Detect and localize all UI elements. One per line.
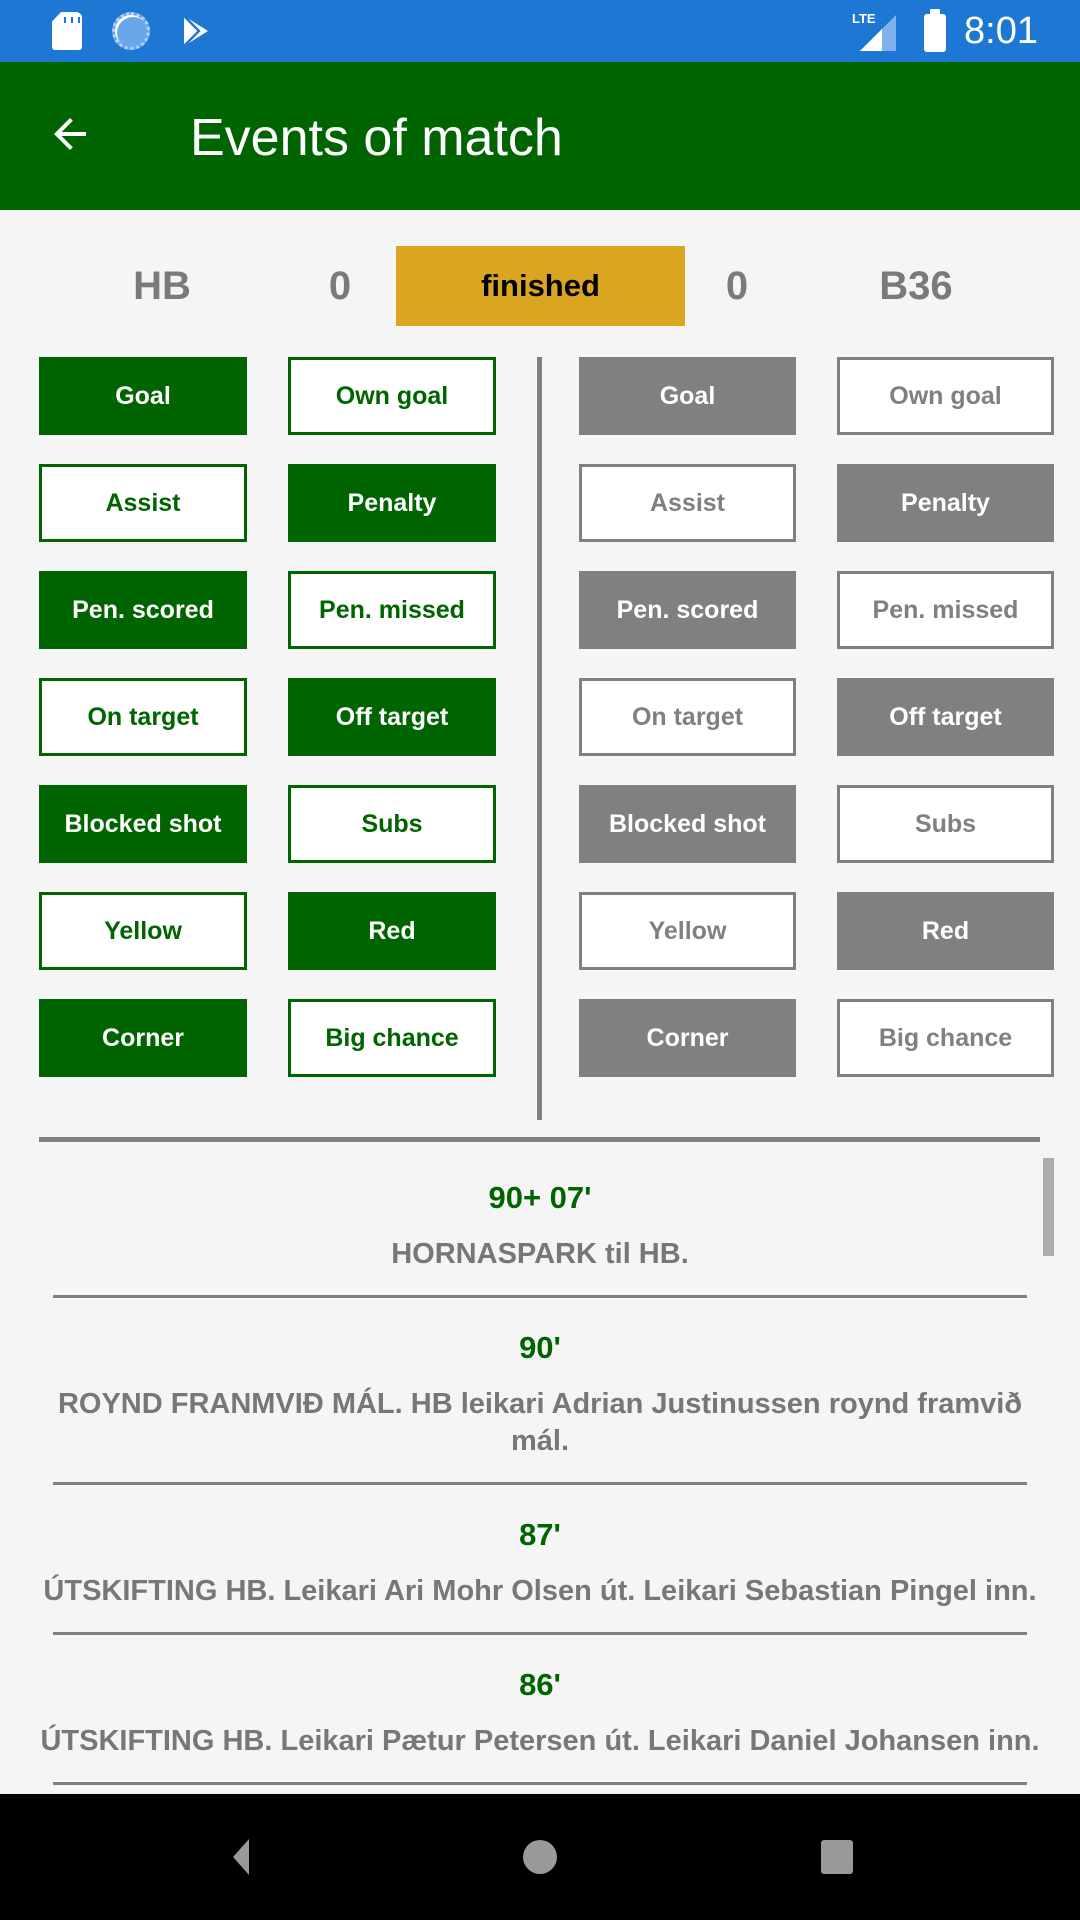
- event-item: 87' ÚTSKIFTING HB. Leikari Ari Mohr Olsen…: [0, 1485, 1080, 1635]
- away-goal-button[interactable]: Goal: [579, 357, 796, 435]
- away-red-button[interactable]: Red: [837, 892, 1054, 970]
- away-corner-button[interactable]: Corner: [579, 999, 796, 1077]
- away-on-target-button[interactable]: On target: [579, 678, 796, 756]
- away-team-name: B36: [879, 264, 953, 308]
- away-yellow-button[interactable]: Yellow: [579, 892, 796, 970]
- away-own-goal-button[interactable]: Own goal: [837, 357, 1054, 435]
- away-score: 0: [725, 264, 749, 308]
- status-bar: LTE 8:01: [0, 0, 1080, 62]
- nav-recents-button[interactable]: [787, 1814, 887, 1900]
- event-item: 90' ROYND FRANMVIÐ MÁL. HB leikari Adrian…: [0, 1298, 1080, 1485]
- home-assist-button[interactable]: Assist: [39, 464, 247, 542]
- home-blocked-shot-button[interactable]: Blocked shot: [39, 785, 247, 863]
- away-pen-scored-button[interactable]: Pen. scored: [579, 571, 796, 649]
- home-team-name: HB: [133, 264, 191, 308]
- nav-back-icon: [233, 1839, 249, 1875]
- navigation-bar: [0, 1794, 1080, 1920]
- away-assist-button[interactable]: Assist: [579, 464, 796, 542]
- home-subs-button[interactable]: Subs: [288, 785, 496, 863]
- away-penalty-button[interactable]: Penalty: [837, 464, 1054, 542]
- event-description: ÚTSKIFTING HB. Leikari Ari Mohr Olsen út…: [43, 1575, 1037, 1607]
- nav-recents-icon: [821, 1840, 853, 1874]
- app-bar: Events of match: [0, 62, 1080, 210]
- clock: 8:01: [964, 9, 1038, 52]
- events-list[interactable]: 90+ 07' HORNASPARK til HB. 90' ROYND FRANMV…: [0, 1142, 1080, 1794]
- event-time: 86': [519, 1667, 561, 1702]
- nav-back-button[interactable]: [191, 1814, 291, 1900]
- home-pen-scored-button[interactable]: Pen. scored: [39, 571, 247, 649]
- home-score: 0: [328, 264, 352, 308]
- home-pen-missed-button[interactable]: Pen. missed: [288, 571, 496, 649]
- sync-icon: [110, 0, 152, 62]
- match-status-badge: finished: [396, 246, 685, 326]
- home-own-goal-button[interactable]: Own goal: [288, 357, 496, 435]
- event-time: 90+ 07': [488, 1180, 592, 1215]
- home-red-button[interactable]: Red: [288, 892, 496, 970]
- event-item: 90+ 07' HORNASPARK til HB.: [0, 1148, 1080, 1298]
- away-big-chance-button[interactable]: Big chance: [837, 999, 1054, 1077]
- arrow-back-icon: [54, 118, 86, 150]
- lte-signal-icon: LTE: [852, 0, 904, 62]
- event-description: ÚTSKIFTING HB. Leikari Pætur Petersen út…: [40, 1725, 1040, 1757]
- home-big-chance-button[interactable]: Big chance: [288, 999, 496, 1077]
- home-on-target-button[interactable]: On target: [39, 678, 247, 756]
- home-off-target-button[interactable]: Off target: [288, 678, 496, 756]
- event-item: 86' ÚTSKIFTING HB. Leikari Pætur Petersen…: [0, 1635, 1080, 1785]
- battery-icon: [922, 0, 948, 62]
- away-blocked-shot-button[interactable]: Blocked shot: [579, 785, 796, 863]
- back-button[interactable]: [38, 102, 102, 166]
- home-corner-button[interactable]: Corner: [39, 999, 247, 1077]
- sd-card-icon: [50, 0, 84, 62]
- event-time: 87': [519, 1517, 561, 1552]
- away-subs-button[interactable]: Subs: [837, 785, 1054, 863]
- home-penalty-button[interactable]: Penalty: [288, 464, 496, 542]
- event-time: 86': [0, 1785, 1080, 1794]
- event-item: 86': [0, 1785, 1080, 1794]
- away-off-target-button[interactable]: Off target: [837, 678, 1054, 756]
- match-header: HB 0 finished 0 B36: [0, 246, 1080, 326]
- event-description: HORNASPARK til HB.: [391, 1238, 689, 1270]
- away-pen-missed-button[interactable]: Pen. missed: [837, 571, 1054, 649]
- home-yellow-button[interactable]: Yellow: [39, 892, 247, 970]
- team-divider: [537, 357, 542, 1120]
- event-description: ROYND FRANMVIÐ MÁL. HB leikari Adrian Ju…: [57, 1388, 1023, 1457]
- home-goal-button[interactable]: Goal: [39, 357, 247, 435]
- event-time: 90': [519, 1330, 561, 1365]
- lte-label: LTE: [852, 11, 876, 26]
- play-store-icon: [176, 0, 216, 62]
- page-title: Events of match: [190, 109, 563, 167]
- scrollbar-thumb[interactable]: [1043, 1158, 1054, 1256]
- nav-home-icon: [523, 1840, 557, 1874]
- nav-home-button[interactable]: [490, 1814, 590, 1900]
